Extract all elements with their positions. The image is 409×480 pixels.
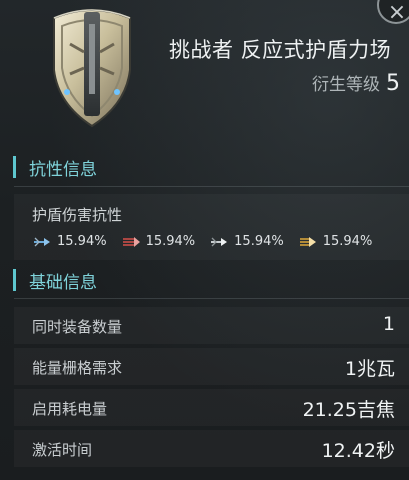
- attribute-value: 12.42秒: [321, 440, 395, 462]
- attribute-row: 激活时间 12.42秒: [14, 430, 409, 467]
- attribute-label: 能量栅格需求: [32, 359, 123, 377]
- section-accent-bar: [13, 269, 16, 291]
- attribute-row: 启用耗电量 21.25吉焦: [14, 389, 409, 426]
- resistance-kinetic-value: 15.94%: [234, 234, 284, 249]
- explosive-damage-icon: [299, 236, 316, 247]
- resistance-thermal: 15.94%: [121, 234, 196, 249]
- basic-section-header: 基础信息: [13, 268, 97, 293]
- item-info-panel: 挑战者 反应式护盾力场 衍生等级 5 × 抗性信息 护盾伤害抗性 15.94%: [0, 0, 409, 480]
- resistance-thermal-value: 15.94%: [145, 234, 196, 249]
- close-icon: ×: [387, 0, 407, 25]
- shield-resistance-block: 护盾伤害抗性 15.94% 15.94% 15.94% 15.94%: [14, 194, 409, 260]
- resistance-section-title: 抗性信息: [29, 159, 97, 180]
- resistance-explosive: 15.94%: [298, 234, 373, 249]
- close-button[interactable]: ×: [377, 0, 409, 25]
- meta-level-value: 5: [386, 71, 400, 96]
- divider: [14, 298, 409, 299]
- basic-section-title: 基础信息: [29, 272, 97, 293]
- em-damage-icon: [34, 237, 50, 246]
- resistance-em: 15.94%: [32, 234, 107, 249]
- attribute-label: 激活时间: [32, 441, 93, 459]
- attribute-value: 21.25吉焦: [302, 399, 395, 421]
- resistance-explosive-value: 15.94%: [322, 234, 373, 249]
- item-title: 挑战者 反应式护盾力场: [169, 38, 392, 62]
- resistance-list: 15.94% 15.94% 15.94% 15.94%: [32, 234, 386, 249]
- meta-level: 衍生等级 5: [312, 70, 400, 96]
- attribute-label: 启用耗电量: [32, 400, 108, 418]
- shield-resistance-label: 护盾伤害抗性: [32, 206, 123, 224]
- attribute-label: 同时装备数量: [32, 318, 123, 336]
- section-accent-bar: [13, 156, 16, 178]
- divider: [14, 186, 409, 187]
- resistance-em-value: 15.94%: [57, 234, 107, 249]
- attribute-value: 1: [382, 313, 395, 335]
- item-header: 挑战者 反应式护盾力场 衍生等级 5 ×: [0, 0, 409, 148]
- meta-level-label: 衍生等级: [312, 75, 380, 95]
- shield-icon: [40, 4, 144, 130]
- attribute-row: 同时装备数量 1: [14, 307, 409, 344]
- attribute-row: 能量栅格需求 1兆瓦: [14, 348, 409, 385]
- resistance-section-header: 抗性信息: [13, 155, 97, 180]
- thermal-damage-icon: [122, 236, 140, 247]
- kinetic-damage-icon: [211, 237, 228, 246]
- resistance-kinetic: 15.94%: [209, 234, 284, 249]
- attribute-value: 1兆瓦: [344, 358, 395, 380]
